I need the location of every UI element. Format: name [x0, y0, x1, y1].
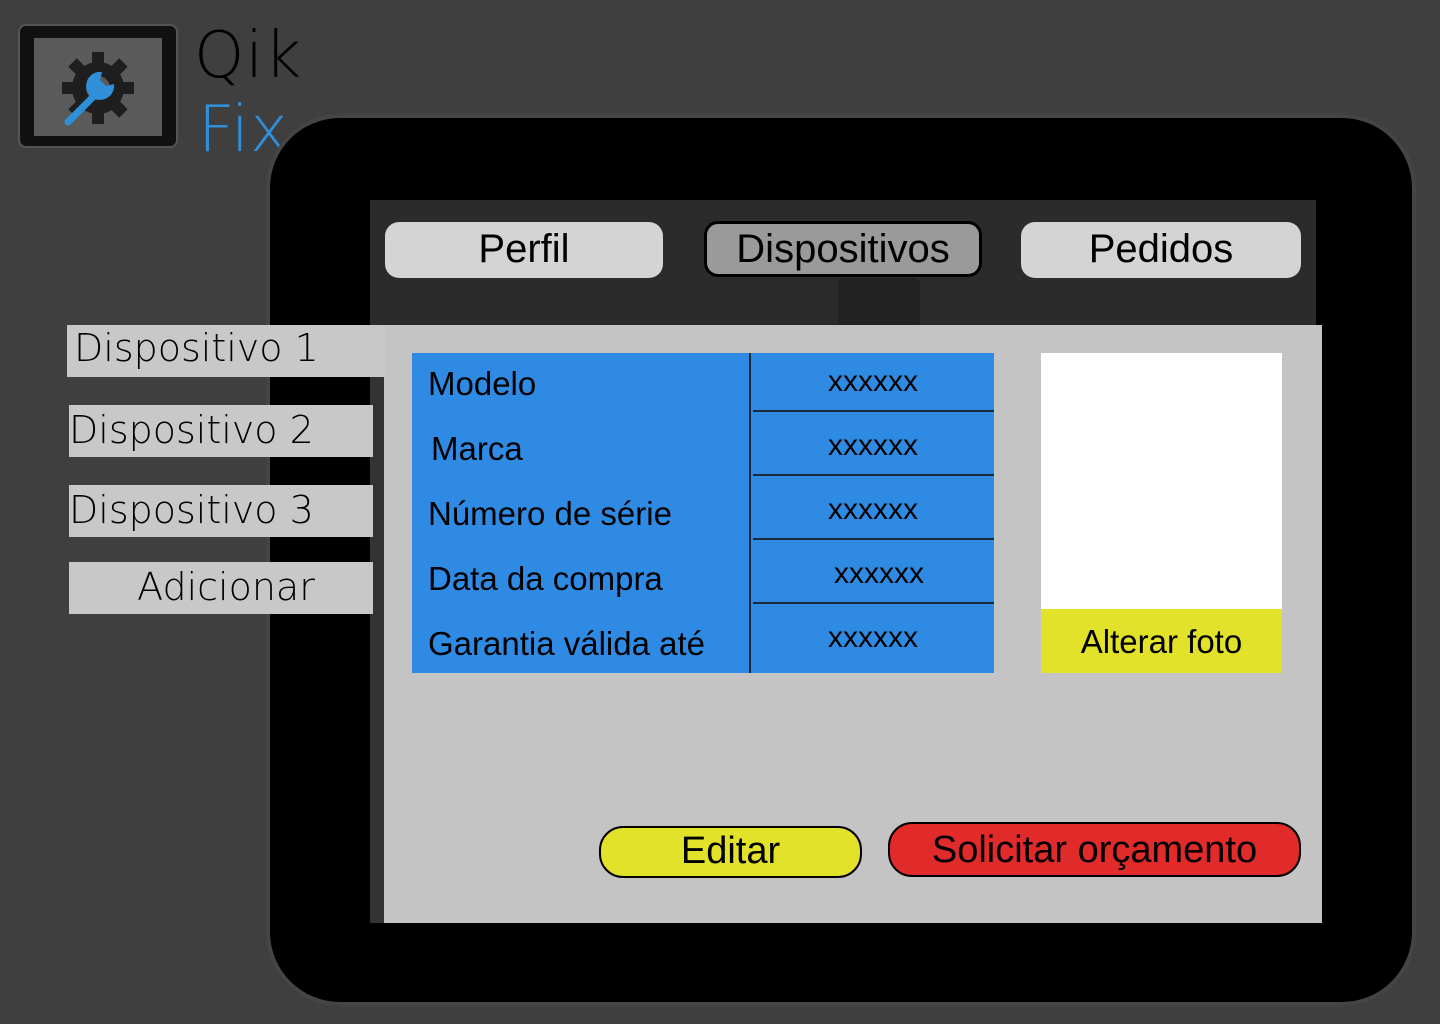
row-value-modelo: xxxxxx [828, 365, 918, 398]
request-quote-button[interactable]: Solicitar orçamento [888, 822, 1301, 877]
logo-badge [18, 24, 178, 148]
tab-dispositivos[interactable]: Dispositivos [704, 221, 982, 277]
logo-text-fix: Fix [198, 93, 289, 167]
row-divider [753, 602, 994, 604]
sidebar-item-dispositivo-3[interactable]: Dispositivo 3 [69, 485, 373, 537]
gear-wrench-icon [62, 52, 134, 126]
logo-text-qik: Qik [194, 19, 303, 93]
row-value-numero-serie: xxxxxx [828, 493, 918, 526]
active-tab-connector [838, 278, 920, 328]
row-divider [753, 538, 994, 540]
edit-button[interactable]: Editar [599, 826, 862, 878]
sidebar-item-dispositivo-2[interactable]: Dispositivo 2 [69, 405, 373, 457]
row-label-garantia: Garantia válida até [428, 625, 706, 662]
sidebar-item-dispositivo-1[interactable]: Dispositivo 1 [67, 325, 385, 377]
column-divider [749, 353, 751, 673]
row-label-data-compra: Data da compra [428, 560, 663, 597]
row-value-data-compra: xxxxxx [834, 557, 924, 590]
tab-pedidos[interactable]: Pedidos [1021, 222, 1301, 278]
device-photo [1041, 353, 1282, 609]
tab-perfil[interactable]: Perfil [385, 222, 663, 278]
row-divider [753, 410, 994, 412]
row-label-numero-serie: Número de série [428, 495, 672, 532]
row-label-marca: Marca [431, 430, 523, 467]
row-value-marca: xxxxxx [828, 429, 918, 462]
add-device-button[interactable]: Adicionar [69, 562, 373, 614]
row-divider [753, 474, 994, 476]
change-photo-button[interactable]: Alterar foto [1041, 609, 1282, 673]
row-label-modelo: Modelo [428, 365, 537, 402]
logo-icon-frame [34, 38, 162, 136]
device-info-table: Modelo xxxxxx Marca xxxxxx Número de sér… [412, 353, 994, 673]
row-value-garantia: xxxxxx [828, 621, 918, 654]
